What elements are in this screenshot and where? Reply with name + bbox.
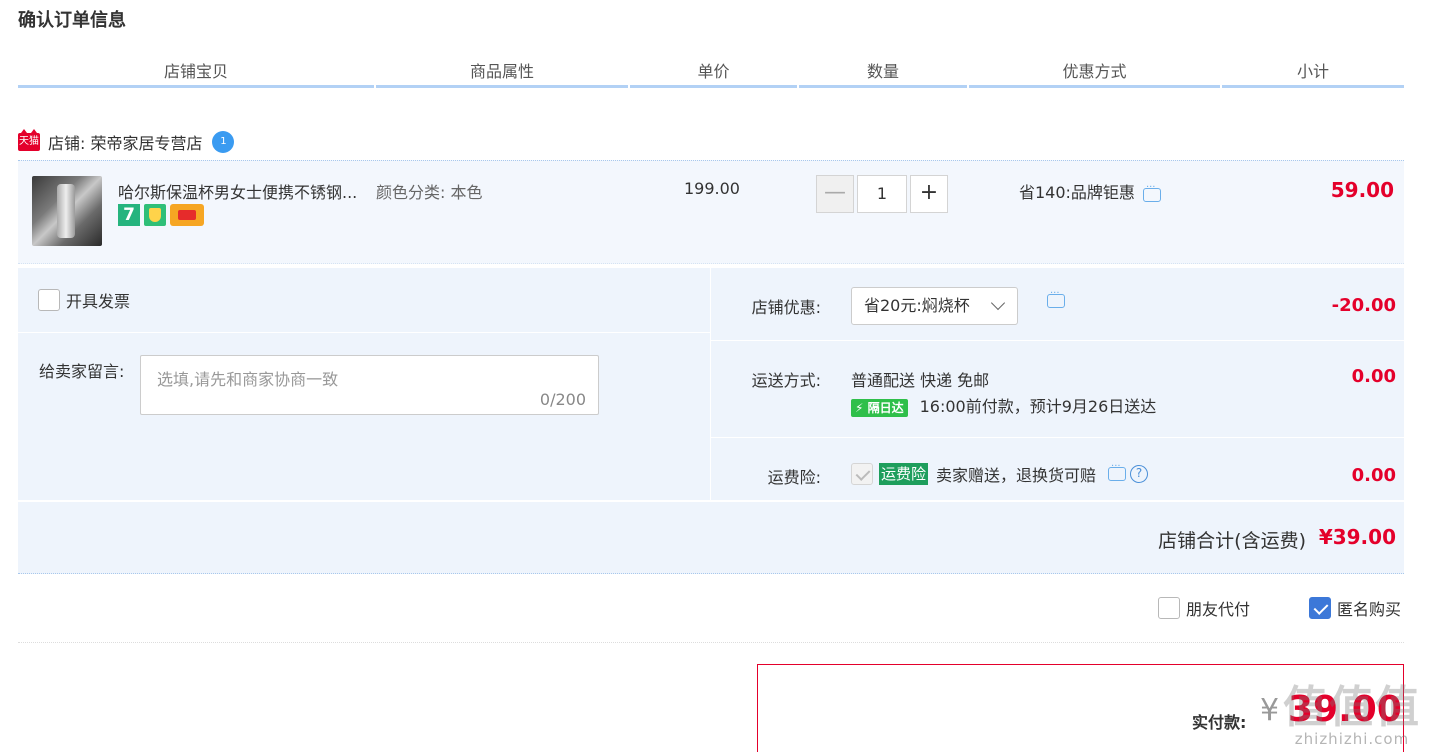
quantity-decrease-button[interactable]: — (816, 175, 854, 213)
insurance-tag: 运费险 (879, 463, 929, 485)
page-title: 确认订单信息 (18, 10, 126, 31)
comment-icon[interactable] (1108, 461, 1127, 481)
friend-pay-option[interactable]: 朋友代付 (1158, 596, 1250, 620)
seller-message-placeholder: 选填,请先和商家协商一致 (157, 370, 339, 389)
seven-day-return-icon[interactable]: 7 (118, 204, 140, 226)
column-header-attribute: 商品属性 (376, 60, 628, 88)
insurance-text: 卖家赠送，退换货可赔 (936, 466, 1097, 485)
divider (18, 642, 1404, 643)
anonymous-purchase-checkbox[interactable] (1309, 597, 1331, 619)
guarantee-icon[interactable] (144, 204, 166, 226)
divider (711, 437, 1404, 438)
seller-message-label: 给卖家留言: (39, 362, 125, 381)
divider (711, 340, 1404, 341)
invoice-option[interactable]: 开具发票 (38, 288, 130, 312)
promotion-text: 省140:品牌钜惠 (1019, 183, 1135, 202)
column-header-subtotal: 小计 (1222, 60, 1404, 88)
seller-message-input[interactable]: 选填,请先和商家协商一致 0/200 (140, 355, 599, 415)
insurance-label: 运费险: (767, 468, 821, 487)
tmall-icon: 天猫 (18, 129, 40, 151)
seller-message-char-count: 0/200 (539, 390, 586, 409)
site-watermark: 值值值 zhizhizhi.com (1283, 682, 1421, 749)
quantity-input[interactable]: 1 (857, 175, 907, 213)
payment-label: 实付款: (1192, 713, 1247, 732)
store-discount-label: 店铺优惠: (751, 298, 821, 317)
friend-pay-checkbox[interactable] (1158, 597, 1180, 619)
column-header-unit-price: 单价 (630, 60, 797, 88)
insurance-amount: 0.00 (1351, 465, 1396, 486)
divider (18, 332, 710, 333)
next-day-label: 隔日达 (867, 400, 904, 415)
shipping-label: 运送方式: (751, 371, 821, 390)
store-total-label: 店铺合计(含运费) (1158, 530, 1306, 552)
shipping-amount: 0.00 (1351, 366, 1396, 387)
order-fees-panel: 店铺优惠: 省20元:焖烧杯 -20.00 运送方式: 普通配送 快递 免邮 ⚡… (711, 268, 1404, 500)
store-name[interactable]: 店铺: 荣帝家居专营店 (48, 130, 202, 154)
quantity-increase-button[interactable]: + (910, 175, 948, 213)
store-discount-select[interactable]: 省20元:焖烧杯 (851, 287, 1018, 325)
item-subtotal: 59.00 (1330, 178, 1394, 202)
chat-wangwang-icon[interactable]: 1 (212, 131, 235, 153)
credit-card-icon[interactable] (170, 204, 204, 226)
payment-currency: ¥ (1260, 693, 1280, 728)
product-thumbnail[interactable] (32, 176, 102, 246)
invoice-label: 开具发票 (66, 292, 131, 311)
shipping-eta: 16:00前付款，预计9月26日送达 (919, 397, 1157, 416)
service-badges: 7 (118, 204, 204, 226)
friend-pay-label: 朋友代付 (1186, 600, 1251, 619)
invoice-checkbox[interactable] (38, 289, 60, 311)
store-total-value: ¥39.00 (1318, 525, 1396, 549)
store-discount-selected: 省20元:焖烧杯 (864, 296, 970, 315)
column-header-quantity: 数量 (799, 60, 967, 88)
store-header: 天猫 店铺: 荣帝家居专营店 1 (18, 128, 235, 156)
help-icon[interactable]: ? (1130, 465, 1149, 483)
shipping-eta-row: ⚡ 隔日达 16:00前付款，预计9月26日送达 (851, 393, 1156, 417)
watermark-logo: 值值值 (1283, 682, 1421, 733)
insurance-row: 运费险 卖家赠送，退换货可赔 ? (851, 461, 1149, 486)
product-title[interactable]: 哈尔斯保温杯男女士便携不锈钢... (118, 179, 370, 203)
product-attribute: 颜色分类: 本色 (376, 183, 483, 202)
watermark-url: zhizhizhi.com (1294, 730, 1410, 748)
store-discount-amount: -20.00 (1331, 295, 1396, 316)
comment-icon[interactable] (1047, 288, 1065, 308)
shipping-method: 普通配送 快递 免邮 (851, 371, 990, 390)
next-day-delivery-badge: ⚡ 隔日达 (851, 398, 908, 417)
comment-icon[interactable] (1142, 182, 1161, 202)
anonymous-purchase-label: 匿名购买 (1337, 600, 1402, 619)
anonymous-purchase-option[interactable]: 匿名购买 (1309, 596, 1401, 620)
insurance-checkbox[interactable] (851, 463, 873, 485)
order-extras-panel: 开具发票 给卖家留言: 选填,请先和商家协商一致 0/200 (18, 268, 710, 500)
chevron-down-icon (990, 295, 1006, 311)
unit-price: 199.00 (684, 179, 740, 198)
column-header-discount: 优惠方式 (969, 60, 1220, 88)
order-item-row: 哈尔斯保温杯男女士便携不锈钢... 颜色分类: 本色 7 199.00 — 1 … (18, 160, 1404, 264)
column-header-item: 店铺宝贝 (18, 60, 374, 88)
item-promotion: 省140:品牌钜惠 (1019, 179, 1161, 203)
quantity-stepper: — 1 + (816, 175, 948, 213)
store-total-bar: 店铺合计(含运费) ¥39.00 (18, 502, 1404, 574)
